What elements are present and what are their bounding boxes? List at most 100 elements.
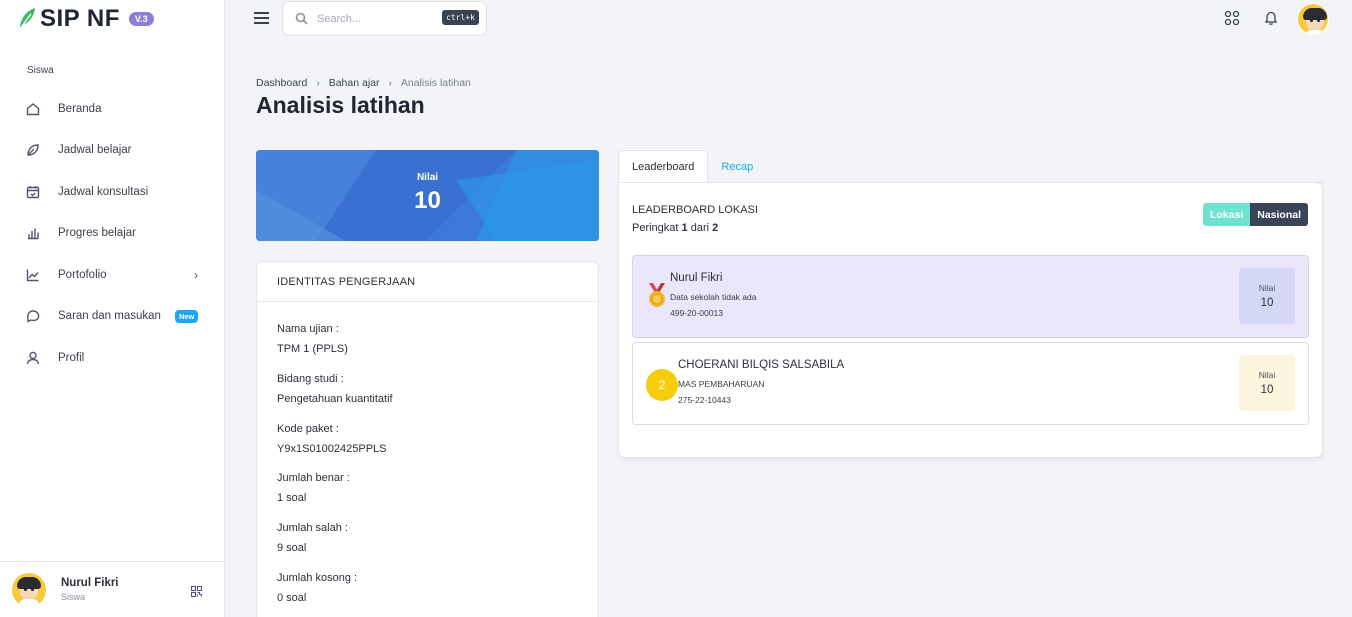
sidebar-item-jadwal-belajar[interactable]: Jadwal belajar	[0, 130, 224, 172]
entry-score-value: 10	[1260, 297, 1274, 309]
leaderboard-card: LEADERBOARD LOKASI Peringkat 1 dari 2 Lo…	[618, 182, 1323, 458]
rank-prefix: Peringkat	[632, 222, 679, 234]
sidebar-item-saran-dan-masukan[interactable]: Saran dan masukan New	[0, 296, 224, 338]
tab-recap[interactable]: Recap	[708, 150, 766, 183]
line-chart-icon	[26, 269, 39, 281]
field-label: Jumlah kosong :	[277, 571, 358, 584]
identity-title: IDENTITAS PENGERJAAN	[257, 262, 598, 302]
version-badge: V.3	[128, 12, 154, 26]
sidebar-item-jadwal-konsultasi[interactable]: Jadwal konsultasi	[0, 171, 224, 213]
field-jumlah-salah: Jumlah salah : 9 soal	[277, 522, 578, 572]
leaf-logo-icon	[19, 8, 35, 30]
field-value: 0 soal	[277, 591, 307, 604]
score-card: Nilai 10	[256, 150, 599, 241]
sidebar-item-label: Progres belajar	[58, 227, 136, 240]
avatar	[12, 572, 46, 607]
field-value: 9 soal	[277, 542, 307, 555]
sidebar-menu: Beranda Jadwal belajar Jadwal konsultasi…	[0, 88, 224, 379]
leaderboard-entry: 2 CHOERANI BILQIS SALSABILA MAS PEMBAHAR…	[632, 342, 1309, 425]
sidebar-item-profil[interactable]: Profil	[0, 337, 224, 379]
sidebar: SIP NF V.3 Siswa Beranda Jadwal belajar …	[0, 0, 225, 617]
qr-icon[interactable]	[191, 586, 202, 597]
bar-chart-icon	[28, 228, 39, 240]
sidebar-item-progres-belajar[interactable]: Progres belajar	[0, 213, 224, 255]
rank-total: 2	[712, 222, 719, 234]
sidebar-item-label: Portofolio	[58, 268, 107, 281]
sidebar-item-label: Saran dan masukan	[58, 310, 161, 323]
entry-name: CHOERANI BILQIS SALSABILA	[678, 359, 845, 371]
apps-grid-icon[interactable]	[1224, 10, 1240, 26]
leaderboard-scope-toggle: Lokasi Nasional	[1202, 203, 1308, 226]
shortcut-hint: ctrl+k	[442, 10, 479, 25]
rank-badge: 2	[646, 369, 678, 401]
new-badge: New	[174, 309, 199, 323]
field-value: Y9x1S01002425PPLS	[277, 442, 387, 455]
field-nama-ujian: Nama ujian : TPM 1 (PPLS)	[277, 323, 578, 373]
sidebar-item-label: Beranda	[58, 102, 102, 115]
leaderboard-rank: Peringkat 1 dari 2	[632, 222, 718, 234]
sidebar-user[interactable]: Nurul Fikri Siswa	[0, 561, 224, 617]
search-icon	[295, 12, 308, 25]
entry-name: Nurul Fikri	[670, 272, 723, 284]
field-kode-paket: Kode paket : Y9x1S01002425PPLS	[277, 423, 578, 473]
field-jumlah-benar: Jumlah benar : 1 soal	[277, 472, 578, 522]
breadcrumb-dashboard[interactable]: Dashboard	[256, 77, 307, 89]
leaf-icon	[27, 144, 39, 156]
gold-medal-icon	[649, 283, 665, 307]
leaderboard-title: LEADERBOARD LOKASI	[632, 204, 758, 216]
score-label: Nilai	[416, 172, 439, 183]
field-value: 1 soal	[277, 492, 307, 505]
toggle-nasional[interactable]: Nasional	[1250, 203, 1308, 226]
entry-id: 275-22-10443	[678, 395, 731, 405]
sidebar-item-beranda[interactable]: Beranda	[0, 88, 224, 130]
search-box[interactable]: ctrl+k	[282, 1, 487, 36]
entry-score-label: Nilai	[1258, 370, 1276, 380]
breadcrumb-current: Analisis latihan	[400, 77, 471, 89]
sidebar-item-label: Profil	[58, 351, 85, 364]
calendar-check-icon	[26, 185, 40, 198]
entry-score: Nilai 10	[1239, 355, 1295, 411]
field-label: Nama ujian :	[277, 323, 339, 335]
app-logo[interactable]: SIP NF V.3	[18, 5, 154, 32]
field-label: Jumlah benar :	[277, 472, 350, 485]
sidebar-item-label: Jadwal konsultasi	[58, 185, 149, 198]
toggle-lokasi[interactable]: Lokasi	[1202, 203, 1251, 226]
user-icon	[26, 351, 40, 364]
chevron-right-icon: ›	[388, 77, 392, 89]
sidebar-item-portofolio[interactable]: Portofolio ›	[0, 254, 224, 296]
field-jumlah-kosong: Jumlah kosong : 0 soal	[277, 572, 578, 617]
field-label: Bidang studi :	[277, 372, 344, 385]
app-name: SIP NF	[40, 5, 120, 32]
field-value: Pengetahuan kuantitatif	[277, 392, 393, 405]
rank-mid: dari	[690, 222, 710, 234]
top-avatar[interactable]	[1297, 3, 1329, 35]
entry-school: Data sekolah tidak ada	[670, 292, 757, 302]
page-title: Analisis latihan	[256, 92, 425, 118]
chevron-right-icon: ›	[194, 267, 198, 282]
result-tabs: Leaderboard Recap	[618, 150, 766, 183]
breadcrumb: Dashboard › Bahan ajar › Analisis latiha…	[256, 77, 471, 89]
rank-value: 1	[681, 222, 688, 234]
entry-school: MAS PEMBAHARUAN	[678, 379, 765, 389]
menu-toggle-icon[interactable]	[254, 12, 269, 26]
chat-icon	[27, 310, 40, 323]
identity-card: IDENTITAS PENGERJAAN Nama ujian : TPM 1 …	[256, 261, 599, 617]
user-role: Siswa	[61, 592, 86, 602]
score-value: 10	[414, 187, 441, 214]
breadcrumb-bahan-ajar[interactable]: Bahan ajar	[329, 77, 380, 89]
field-label: Kode paket :	[277, 422, 339, 435]
tab-leaderboard[interactable]: Leaderboard	[618, 150, 709, 183]
sidebar-item-label: Jadwal belajar	[58, 144, 132, 157]
user-name: Nurul Fikri	[61, 577, 119, 589]
home-icon	[26, 102, 40, 115]
bell-icon[interactable]	[1263, 10, 1279, 26]
entry-score-value: 10	[1260, 384, 1274, 396]
leaderboard-entry: Nurul Fikri Data sekolah tidak ada 499-2…	[632, 255, 1309, 338]
chevron-right-icon: ›	[316, 77, 320, 89]
field-label: Jumlah salah :	[277, 522, 348, 535]
entry-score-label: Nilai	[1258, 283, 1276, 293]
field-value: TPM 1 (PPLS)	[277, 343, 348, 355]
entry-score: Nilai 10	[1239, 268, 1295, 324]
entry-id: 499-20-00013	[670, 308, 723, 318]
search-input[interactable]	[317, 12, 427, 25]
